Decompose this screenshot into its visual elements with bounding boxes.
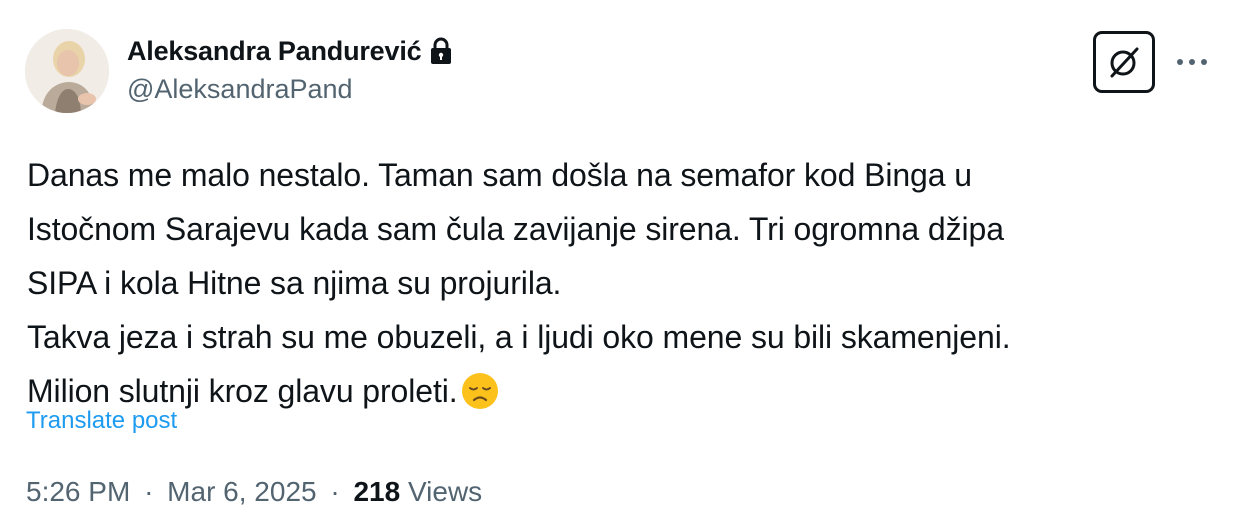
slashed-circle-icon [1110,47,1139,78]
avatar[interactable] [25,29,109,113]
post-line: Danas me malo nestalo. Taman sam došla n… [27,157,972,193]
post-time[interactable]: 5:26 PM [26,476,130,507]
post-line-last: Milion slutnji kroz glavu proleti. [27,364,1217,418]
post-line: Milion slutnji kroz glavu proleti. [27,373,458,409]
author-block: Aleksandra Pandurević @AleksandraPand [127,34,453,105]
author-display-name[interactable]: Aleksandra Pandurević [127,36,422,67]
more-dots-icon [1177,59,1207,65]
post-card: Aleksandra Pandurević @AleksandraPand Da… [0,0,1235,528]
post-date[interactable]: Mar 6, 2025 [167,476,316,507]
disappointed-face-icon [461,372,499,410]
more-button[interactable] [1170,44,1214,80]
post-meta: 5:26 PM · Mar 6, 2025 · 218 Views [26,476,482,508]
lock-icon [429,37,453,65]
grok-button[interactable] [1093,31,1155,93]
meta-separator: · [144,476,154,507]
post-text: Danas me malo nestalo. Taman sam došla n… [27,148,1217,418]
translate-post-link[interactable]: Translate post [26,407,177,435]
post-line: Takva jeza i strah su me obuzeli, a i lj… [27,319,1011,355]
views-label[interactable]: Views [408,476,482,507]
views-count[interactable]: 218 [353,476,400,507]
post-line: Istočnom Sarajevu kada sam čula zavijanj… [27,211,1004,247]
author-handle[interactable]: @AleksandraPand [127,74,453,105]
meta-separator: · [330,476,340,507]
post-line: SIPA i kola Hitne sa njima su projurila. [27,265,562,301]
